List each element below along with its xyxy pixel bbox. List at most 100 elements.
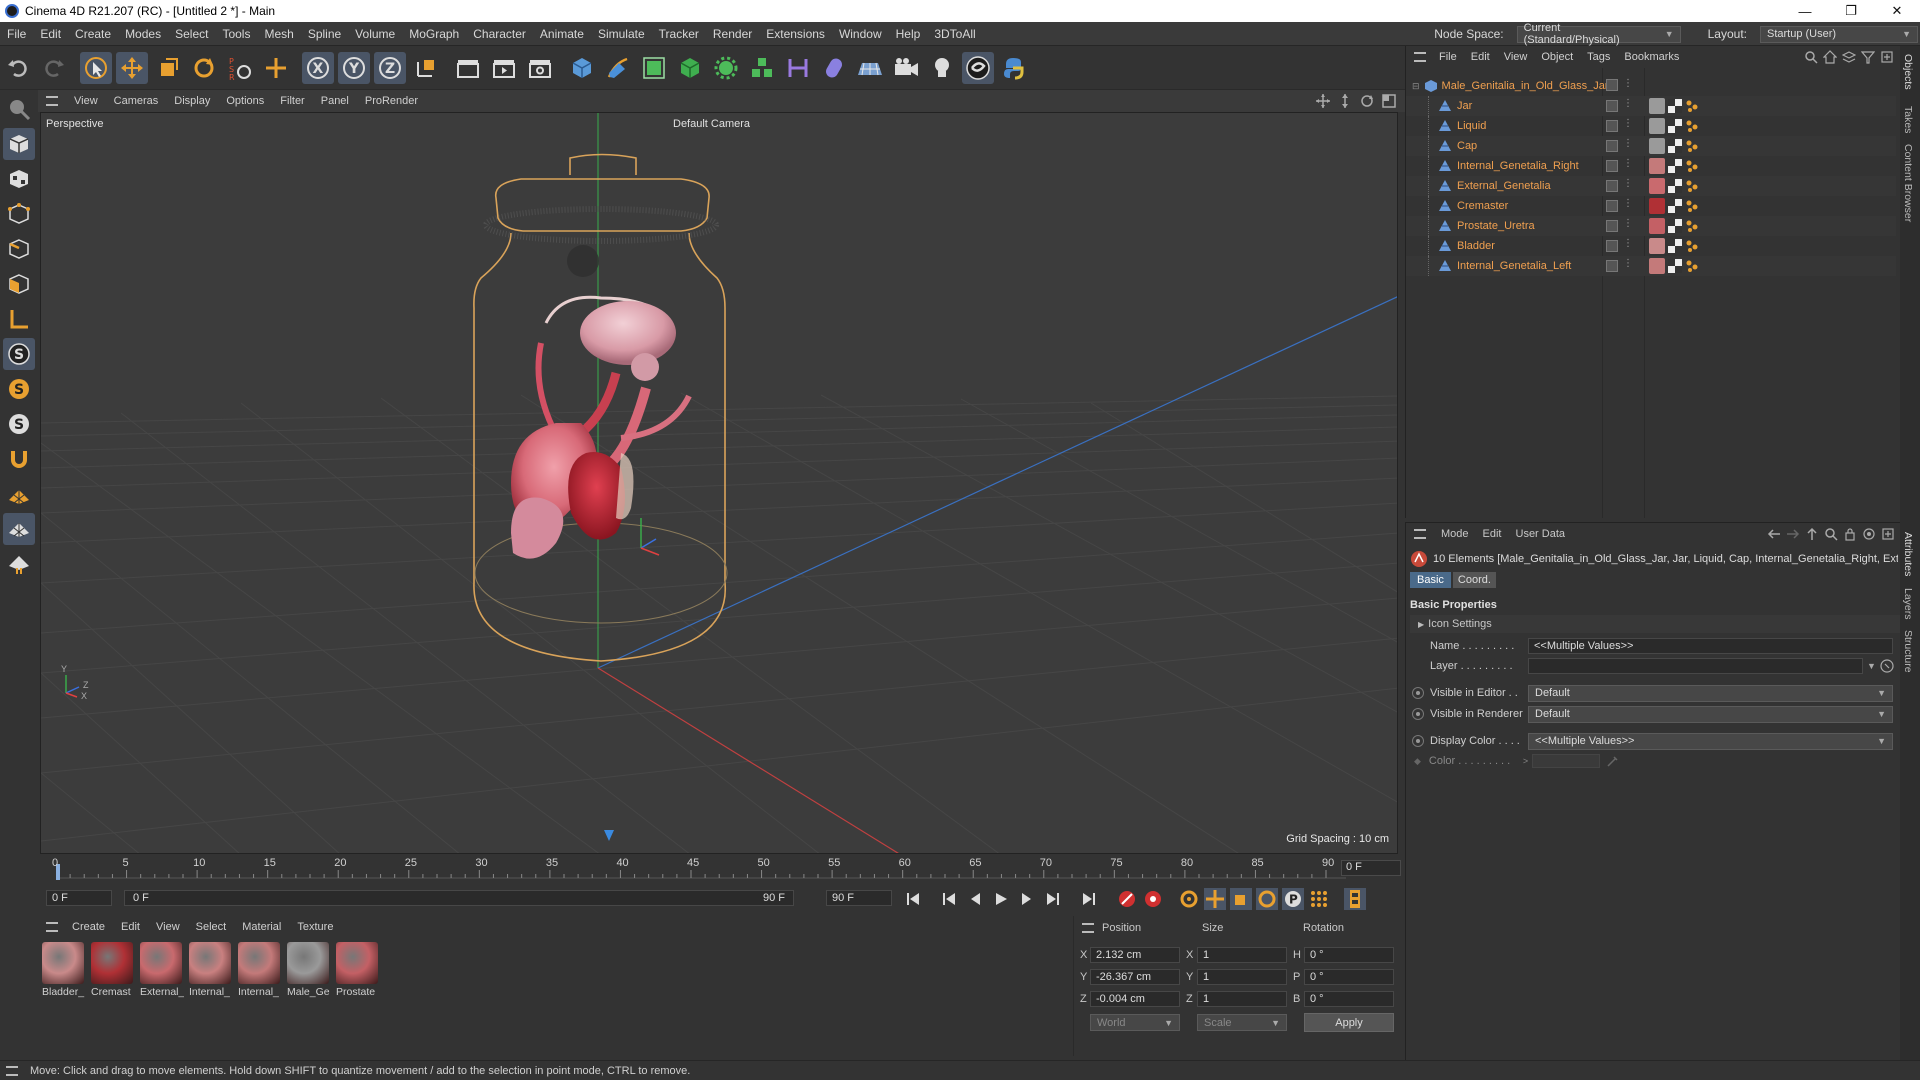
side-tab-takes[interactable]: Takes [1902,106,1914,133]
parameter-key-button[interactable]: P [1282,888,1304,910]
visibility-dots-icon[interactable]: ⋮ [1623,118,1633,129]
size-x-field[interactable]: 1 [1197,947,1287,963]
material-tag-icon[interactable] [1649,218,1665,234]
material-menu-select[interactable]: Select [188,921,235,933]
phong-tag-icon[interactable] [1685,159,1699,173]
material-menu-edit[interactable]: Edit [113,921,148,933]
object-row[interactable]: Liquid ⋮ [1406,116,1896,136]
uvw-tag-checker-icon[interactable] [1668,219,1682,233]
layer-checkbox[interactable] [1606,100,1618,112]
x-axis-lock-button[interactable]: X [302,51,334,84]
subdivision-surface-button[interactable] [638,52,670,84]
go-to-end-button[interactable] [1078,888,1100,910]
workplane-button[interactable] [3,478,35,510]
color-swatch[interactable] [1532,754,1601,768]
material-item[interactable]: Internal_ [189,942,233,998]
material-tag-icon[interactable] [1649,98,1665,114]
forward-arrow-icon[interactable] [1786,527,1800,541]
auto-keying-button[interactable] [1142,888,1164,910]
array-button[interactable] [746,52,778,84]
viewport-camera-name[interactable]: Default Camera [673,118,750,130]
viewport-menu-panel[interactable]: Panel [313,95,357,107]
menu-tools[interactable]: Tools [215,27,257,41]
layer-pick-icon[interactable] [1880,659,1894,673]
maximize-button[interactable]: ❐ [1828,0,1874,22]
menu-character[interactable]: Character [466,27,533,41]
deformer-button[interactable] [782,52,814,84]
edges-mode-button[interactable] [3,233,35,265]
render-view-button[interactable] [452,52,484,84]
menu-create[interactable]: Create [68,27,118,41]
animate-radio-icon[interactable] [1412,735,1424,747]
maximize-view-icon[interactable] [1381,93,1397,109]
texture-mode-button[interactable] [3,163,35,195]
collapse-icon[interactable]: ⊟ [1412,81,1420,92]
search-icon[interactable] [1804,50,1818,64]
material-item[interactable]: Internal_ [238,942,282,998]
viewport-menu-display[interactable]: Display [166,95,218,107]
pan-view-icon[interactable] [1315,93,1331,109]
hamburger-icon[interactable] [46,96,58,106]
filter-icon[interactable] [1861,50,1875,64]
menu-file[interactable]: File [0,27,33,41]
viewport-menu-filter[interactable]: Filter [272,95,312,107]
material-tag-icon[interactable] [1649,138,1665,154]
menu-select[interactable]: Select [168,27,215,41]
object-menu-object[interactable]: Object [1534,51,1580,63]
uvw-tag-checker-icon[interactable] [1668,239,1682,253]
undo-button[interactable] [2,52,34,84]
move-tool-button[interactable] [116,51,148,84]
extrude-button[interactable] [674,52,706,84]
rotation-h-field[interactable]: 0 ° [1304,947,1394,963]
render-settings-button[interactable] [524,52,556,84]
layer-checkbox[interactable] [1606,260,1618,272]
layer-checkbox[interactable] [1606,120,1618,132]
attr-menu-mode[interactable]: Mode [1434,528,1476,540]
object-row[interactable]: Internal_Genetalia_Right ⋮ [1406,156,1896,176]
visible-editor-dropdown[interactable]: Default ▼ [1528,684,1893,702]
back-arrow-icon[interactable] [1767,527,1781,541]
planar-workplane-button[interactable] [3,548,35,580]
material-item[interactable]: Prostate [336,942,380,998]
object-menu-view[interactable]: View [1497,51,1535,63]
chevron-down-icon[interactable]: ▼ [1867,661,1876,671]
visibility-dots-icon[interactable]: ⋮ [1623,258,1633,269]
redo-button[interactable] [38,52,70,84]
home-icon[interactable] [1823,50,1837,64]
rotate-tool-button[interactable] [188,52,220,84]
menu-animate[interactable]: Animate [533,27,591,41]
hamburger-icon[interactable] [1082,923,1094,933]
layer-checkbox[interactable] [1606,140,1618,152]
pen-spline-button[interactable] [602,52,634,84]
lock-icon[interactable] [1843,527,1857,541]
object-menu-file[interactable]: File [1432,51,1464,63]
node-space-dropdown[interactable]: Current (Standard/Physical) ▼ [1516,22,1681,46]
floor-environment-button[interactable] [854,52,886,84]
new-window-icon[interactable] [1880,50,1894,64]
current-frame-field[interactable]: 0 F [1341,860,1401,876]
visible-renderer-dropdown[interactable]: Default ▼ [1528,705,1893,723]
uvw-tag-checker-icon[interactable] [1668,199,1682,213]
layer-checkbox[interactable] [1606,200,1618,212]
phong-tag-icon[interactable] [1685,219,1699,233]
apply-button[interactable]: Apply [1304,1013,1394,1032]
phong-tag-icon[interactable] [1685,179,1699,193]
material-menu-view[interactable]: View [148,921,188,933]
object-row[interactable]: Cremaster ⋮ [1406,196,1896,216]
layer-checkbox[interactable] [1606,79,1618,91]
python-button[interactable] [998,52,1030,84]
visibility-dots-icon[interactable]: ⋮ [1623,158,1633,169]
position-y-field[interactable]: -26.367 cm [1090,969,1180,985]
hamburger-icon[interactable] [1414,52,1426,62]
tab-basic[interactable]: Basic [1410,572,1451,588]
locked-workplane-button[interactable] [3,513,35,545]
start-frame-field[interactable]: 0 F [46,890,112,906]
live-selection-button[interactable] [80,51,112,84]
light-button[interactable] [926,52,958,84]
layout-dropdown[interactable]: Startup (User) ▼ [1760,25,1918,43]
rotation-key-button[interactable] [1256,888,1278,910]
material-menu-texture[interactable]: Texture [289,921,341,933]
viewport-menu-prorender[interactable]: ProRender [357,95,426,107]
layer-field[interactable] [1528,658,1863,674]
hamburger-icon[interactable] [1414,529,1426,539]
